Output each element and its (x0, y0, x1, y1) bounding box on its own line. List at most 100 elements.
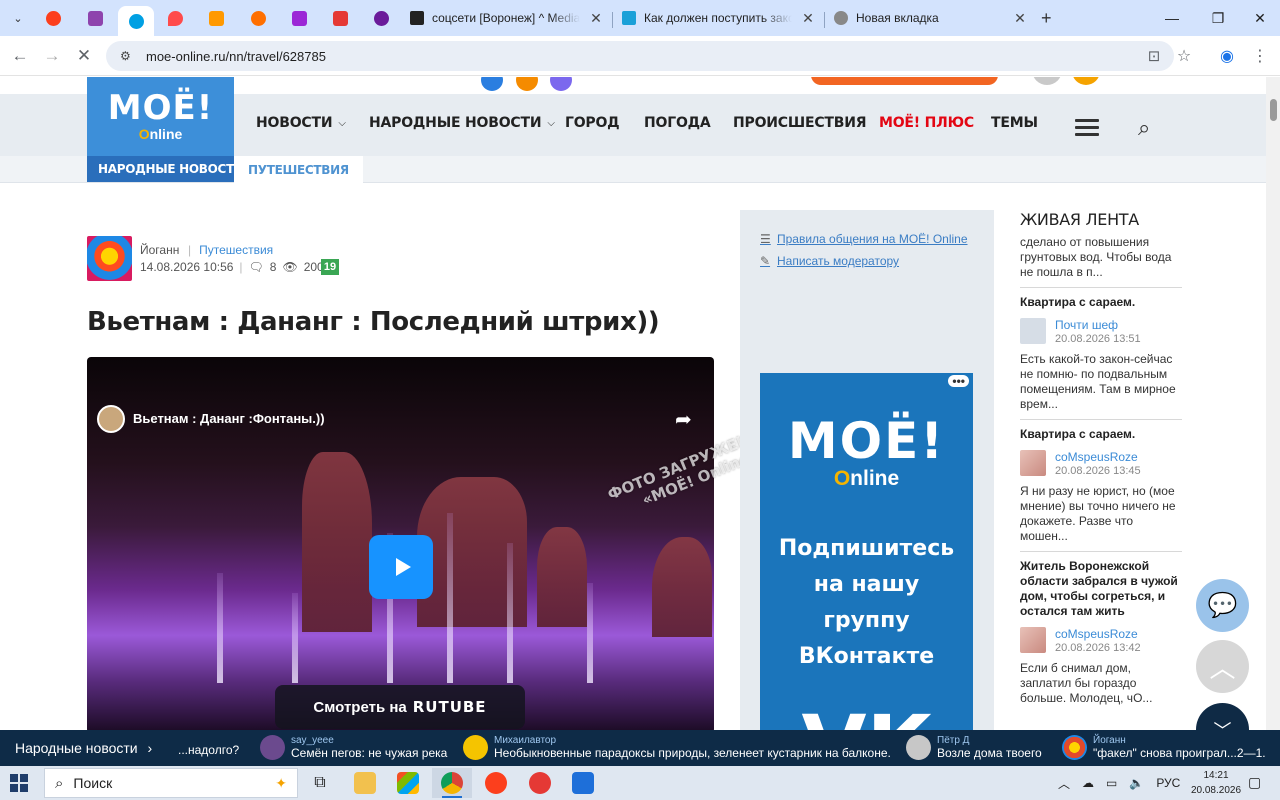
minimize-icon[interactable]: — (1152, 0, 1192, 36)
ticker-item[interactable]: Йоганн "факел" снова проиграл...2—1. (1062, 735, 1266, 760)
feed-headline[interactable]: Квартира с сараем. (1020, 295, 1182, 310)
restore-icon[interactable]: ❐ (1198, 0, 1238, 36)
breadcrumb-people-news[interactable]: Народные новости (87, 156, 255, 182)
back-arrow-icon[interactable]: ← (8, 44, 32, 68)
close-icon[interactable]: ✕ (800, 10, 816, 27)
volume-icon[interactable]: 🔈 (1129, 776, 1144, 790)
breadcrumb-travel[interactable]: Путешествия (234, 156, 363, 183)
taskbar-search[interactable]: ⌕ Поиск ✦ (44, 768, 298, 798)
yandex-browser-icon[interactable] (476, 768, 516, 798)
category-link[interactable]: Путешествия (188, 243, 273, 257)
chat-bubble-icon[interactable]: 💬 (1196, 579, 1249, 632)
pinned-tab-9[interactable] (366, 6, 396, 30)
write-moderator-link[interactable]: ✎ Написать модератору (760, 254, 899, 268)
network-icon[interactable]: ▭ (1106, 776, 1117, 790)
social-icon-vk[interactable] (481, 77, 503, 91)
ticker-label[interactable]: Народные новости › (15, 740, 152, 756)
user-avatar (906, 735, 931, 760)
tab-mediametrics[interactable]: соцсети [Воронеж] ^ MediaMetrics ✕ (410, 6, 604, 30)
video-player[interactable]: Вьетнам : Дананг :Фонтаны.)) ➦ Смотреть … (87, 357, 714, 730)
scrollbar-thumb[interactable] (1270, 99, 1277, 121)
close-icon[interactable]: ✕ (588, 10, 604, 27)
url-bar[interactable]: ⚙ moe-online.ru/nn/travel/628785 (106, 41, 1174, 71)
feed-headline[interactable]: Квартира с сараем. (1020, 427, 1182, 442)
chevron-down-icon[interactable]: ﹀ (1196, 703, 1249, 730)
task-view-icon[interactable]: ⧉ (300, 768, 340, 798)
nav-people-news[interactable]: Народные новости ⌵ (369, 115, 555, 131)
author-name[interactable]: Йоганн (140, 243, 179, 257)
stop-loading-icon[interactable]: ✕ (72, 44, 96, 68)
nav-news[interactable]: Новости ⌵ (256, 115, 346, 131)
site-logo[interactable]: МОЁ! Online (87, 77, 234, 156)
feed-comment-text[interactable]: Я ни разу не юрист, но (мое мнение) вы т… (1020, 484, 1182, 544)
feed-user-name[interactable]: coMspeusRoze (1055, 627, 1141, 641)
windows-taskbar: ⌕ Поиск ✦ ⧉ ︿ ☁ ▭ 🔈 РУС 14:21 20.08.2026… (0, 766, 1280, 800)
file-explorer-icon[interactable] (345, 768, 385, 798)
cloud-icon[interactable]: ☁ (1082, 776, 1094, 790)
feed-user-name[interactable]: coMspeusRoze (1055, 450, 1141, 464)
nav-topics[interactable]: Темы (991, 115, 1038, 131)
video-title[interactable]: Вьетнам : Дананг :Фонтаны.)) (133, 411, 325, 426)
rules-link[interactable]: ☰ Правила общения на МОЁ! Online (760, 232, 968, 246)
social-icon-ok[interactable] (516, 77, 538, 91)
ticker-item[interactable]: Михаилавтор Необыкновенные парадоксы прир… (463, 735, 891, 760)
scroll-up-icon[interactable]: ︿ (1196, 640, 1249, 693)
tab-search-button[interactable]: ⌄ (3, 6, 33, 30)
pinned-tab-6[interactable] (243, 6, 273, 30)
menu-dots-icon[interactable]: ⋮ (1248, 44, 1272, 68)
ticker-item[interactable]: ...надолго? (178, 743, 239, 757)
store-icon[interactable] (388, 768, 428, 798)
notifications-icon[interactable]: ▢ (1248, 774, 1261, 791)
language-indicator[interactable]: РУС (1156, 776, 1180, 790)
forward-arrow-icon[interactable]: → (40, 44, 64, 68)
clock[interactable]: 14:21 20.08.2026 (1188, 768, 1244, 798)
scrollbar[interactable] (1266, 77, 1280, 730)
pinned-tab-8[interactable] (325, 6, 355, 30)
user-avatar[interactable] (1032, 77, 1062, 85)
site-settings-icon[interactable]: ⚙ (120, 49, 134, 63)
share-icon[interactable]: ➦ (675, 407, 692, 432)
profile-icon[interactable]: ◉ (1215, 44, 1239, 68)
close-window-icon[interactable]: ✕ (1240, 0, 1280, 36)
ad-menu-icon[interactable]: ••• (948, 375, 969, 387)
pinned-tab-5[interactable] (201, 6, 231, 30)
feed-comment-text[interactable]: Если б снимал дом, заплатил бы гораздо б… (1020, 661, 1182, 706)
bookmark-star-icon[interactable]: ☆ (1172, 44, 1196, 68)
pinned-tab-2[interactable] (80, 6, 110, 30)
nav-weather[interactable]: Погода (644, 115, 711, 131)
feed-comment-text[interactable]: сделано от повышения грунтовых вод. Чтоб… (1020, 235, 1182, 280)
feed-user-name[interactable]: Почти шеф (1055, 318, 1141, 332)
tab-question[interactable]: Как должен поступить законопослушный ✕ (622, 6, 816, 30)
watch-on-rutube-button[interactable]: Смотреть на RUTUBE (275, 685, 525, 729)
pinned-tab-7[interactable] (284, 6, 314, 30)
social-icon-max[interactable] (550, 77, 572, 91)
tab-new-tab[interactable]: Новая вкладка ✕ (834, 6, 1028, 30)
pinned-tab-4[interactable] (160, 6, 190, 30)
windows-start-icon[interactable] (10, 774, 28, 792)
feed-headline[interactable]: Житель Воронежской области забрался в чу… (1020, 559, 1182, 619)
promo-button[interactable] (811, 77, 998, 85)
pinned-tab-1[interactable] (38, 6, 68, 30)
channel-avatar[interactable] (97, 405, 125, 433)
vk-subscribe-banner[interactable]: ••• МОЁ! Online Подпишитесь на нашу груп… (760, 373, 973, 730)
nav-incidents[interactable]: Происшествия (733, 115, 867, 131)
new-tab-button[interactable]: + (1041, 6, 1052, 30)
pinned-tab-3-active[interactable] (118, 6, 154, 36)
comment-count[interactable]: 8 (270, 260, 277, 274)
search-icon[interactable]: ⌕ (1138, 115, 1150, 141)
nav-moe-plus[interactable]: МОЁ! ПЛЮС (879, 115, 974, 131)
ticker-item[interactable]: Пётр Д Возле дома твоего (906, 735, 1042, 760)
hamburger-menu-icon[interactable] (1075, 119, 1099, 136)
feed-comment-text[interactable]: Есть какой-то закон-сейчас не помню- по … (1020, 352, 1182, 412)
music-icon (250, 10, 266, 26)
photos-icon[interactable] (563, 768, 603, 798)
close-icon[interactable]: ✕ (1012, 10, 1028, 27)
chrome-taskbar-icon[interactable] (432, 768, 472, 798)
nav-city[interactable]: Город (565, 115, 620, 131)
play-button[interactable] (369, 535, 433, 599)
chevron-up-icon[interactable]: ︿ (1058, 775, 1070, 792)
install-app-icon[interactable]: ⊡ (1142, 44, 1166, 68)
yandex-icon[interactable] (520, 768, 560, 798)
author-avatar[interactable] (87, 236, 132, 281)
ticker-item[interactable]: say_yeee Семён пегов: не чужая река (260, 735, 447, 760)
